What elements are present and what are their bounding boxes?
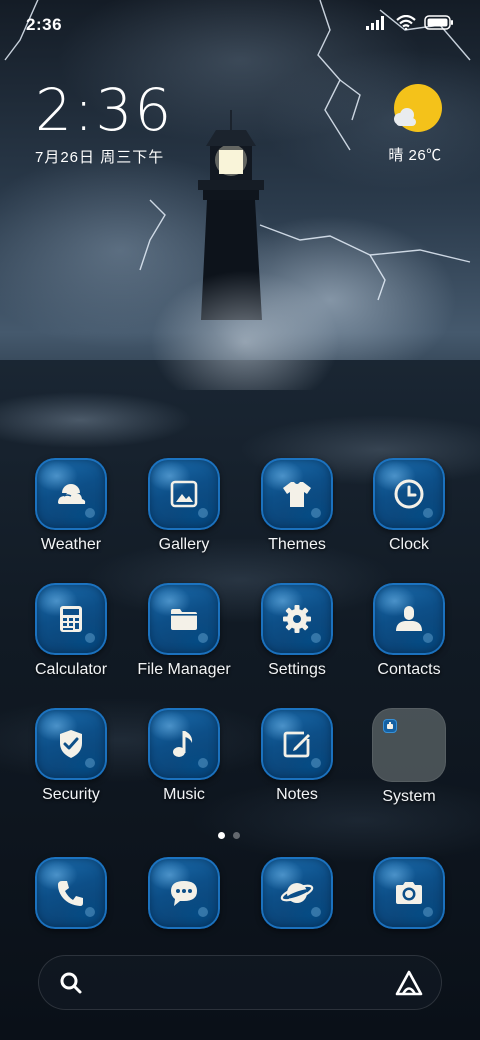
status-time: 2:36 <box>26 15 63 34</box>
app-label: Gallery <box>158 536 210 553</box>
page-dot-2[interactable] <box>233 832 240 839</box>
dock-browser[interactable] <box>241 857 353 929</box>
page-dot-1[interactable] <box>218 832 225 839</box>
app-file-manager[interactable]: File Manager <box>128 583 240 679</box>
calculator-icon <box>60 606 82 632</box>
clock-icon <box>394 479 424 509</box>
wifi-icon <box>396 15 416 30</box>
music-note-icon <box>173 731 193 757</box>
app-label: Security <box>42 786 100 803</box>
app-icon-tile <box>148 583 220 655</box>
app-icon-tile <box>373 583 445 655</box>
app-music[interactable]: Music <box>128 708 240 804</box>
message-icon <box>171 881 197 906</box>
app-label: Notes <box>276 786 318 803</box>
app-label: Clock <box>388 536 429 553</box>
battery-icon <box>424 15 453 30</box>
app-icon-tile <box>35 857 107 929</box>
app-icon-tile <box>148 708 220 780</box>
dock-phone[interactable] <box>15 857 127 929</box>
shield-icon <box>60 730 82 758</box>
camera-icon <box>396 882 422 904</box>
gear-icon <box>283 605 311 633</box>
image-icon <box>170 480 198 508</box>
browser-planet-icon <box>280 883 314 903</box>
page-indicator[interactable] <box>218 832 240 839</box>
assistant-icon[interactable] <box>394 969 424 997</box>
signal-icon <box>366 15 384 30</box>
app-label: Music <box>163 786 205 803</box>
clock-widget[interactable]: 2:36 7月26日 周三下午 <box>35 80 173 167</box>
app-icon-tile <box>35 458 107 530</box>
app-themes[interactable]: Themes <box>241 458 353 554</box>
person-icon <box>396 606 422 631</box>
app-icon-tile <box>35 583 107 655</box>
app-clock[interactable]: Clock <box>353 458 465 554</box>
app-weather[interactable]: Weather <box>15 458 127 554</box>
app-label: System <box>382 788 436 805</box>
app-security[interactable]: Security <box>15 708 127 804</box>
dock-messages[interactable] <box>128 857 240 929</box>
app-label: Settings <box>268 661 326 678</box>
app-icon-tile <box>261 458 333 530</box>
weather-condition: 晴 <box>388 147 404 164</box>
wave-spray <box>150 270 340 390</box>
app-icon-tile <box>35 708 107 780</box>
app-label: File Manager <box>137 661 231 678</box>
status-icons <box>366 15 454 30</box>
app-icon-tile <box>261 857 333 929</box>
dock-camera[interactable] <box>353 857 465 929</box>
weather-text: 晴 26℃ <box>380 144 450 165</box>
app-icon-tile <box>148 458 220 530</box>
app-label: Weather <box>40 536 102 553</box>
app-contacts[interactable]: Contacts <box>353 583 465 679</box>
status-bar: 2:36 <box>0 0 480 50</box>
app-label: Themes <box>268 536 326 553</box>
app-label: Calculator <box>34 661 108 678</box>
weather-temperature: 26℃ <box>408 147 442 164</box>
app-folder-system[interactable]: System <box>353 708 465 806</box>
app-icon-tile <box>148 857 220 929</box>
app-notes[interactable]: Notes <box>241 708 353 804</box>
search-bar[interactable] <box>38 955 442 1010</box>
app-label: Contacts <box>377 661 441 678</box>
search-icon[interactable] <box>58 970 84 996</box>
folder-mini-app-icon <box>383 719 397 733</box>
app-gallery[interactable]: Gallery <box>128 458 240 554</box>
folder-group-icon <box>372 708 446 782</box>
app-icon-tile <box>373 857 445 929</box>
weather-widget[interactable]: 晴 26℃ <box>380 82 450 165</box>
cloud-icon <box>58 484 86 504</box>
app-icon-tile <box>373 458 445 530</box>
sun-cloud-icon <box>390 82 442 132</box>
edit-note-icon <box>283 731 310 758</box>
phone-icon <box>58 881 83 906</box>
app-settings[interactable]: Settings <box>241 583 353 679</box>
app-calculator[interactable]: Calculator <box>15 583 127 679</box>
clock-date: 7月26日 周三下午 <box>35 149 165 166</box>
tshirt-icon <box>283 482 311 507</box>
app-icon-tile <box>261 708 333 780</box>
app-icon-tile <box>261 583 333 655</box>
folder-icon <box>171 609 197 630</box>
clock-time: 2:36 <box>35 76 174 144</box>
